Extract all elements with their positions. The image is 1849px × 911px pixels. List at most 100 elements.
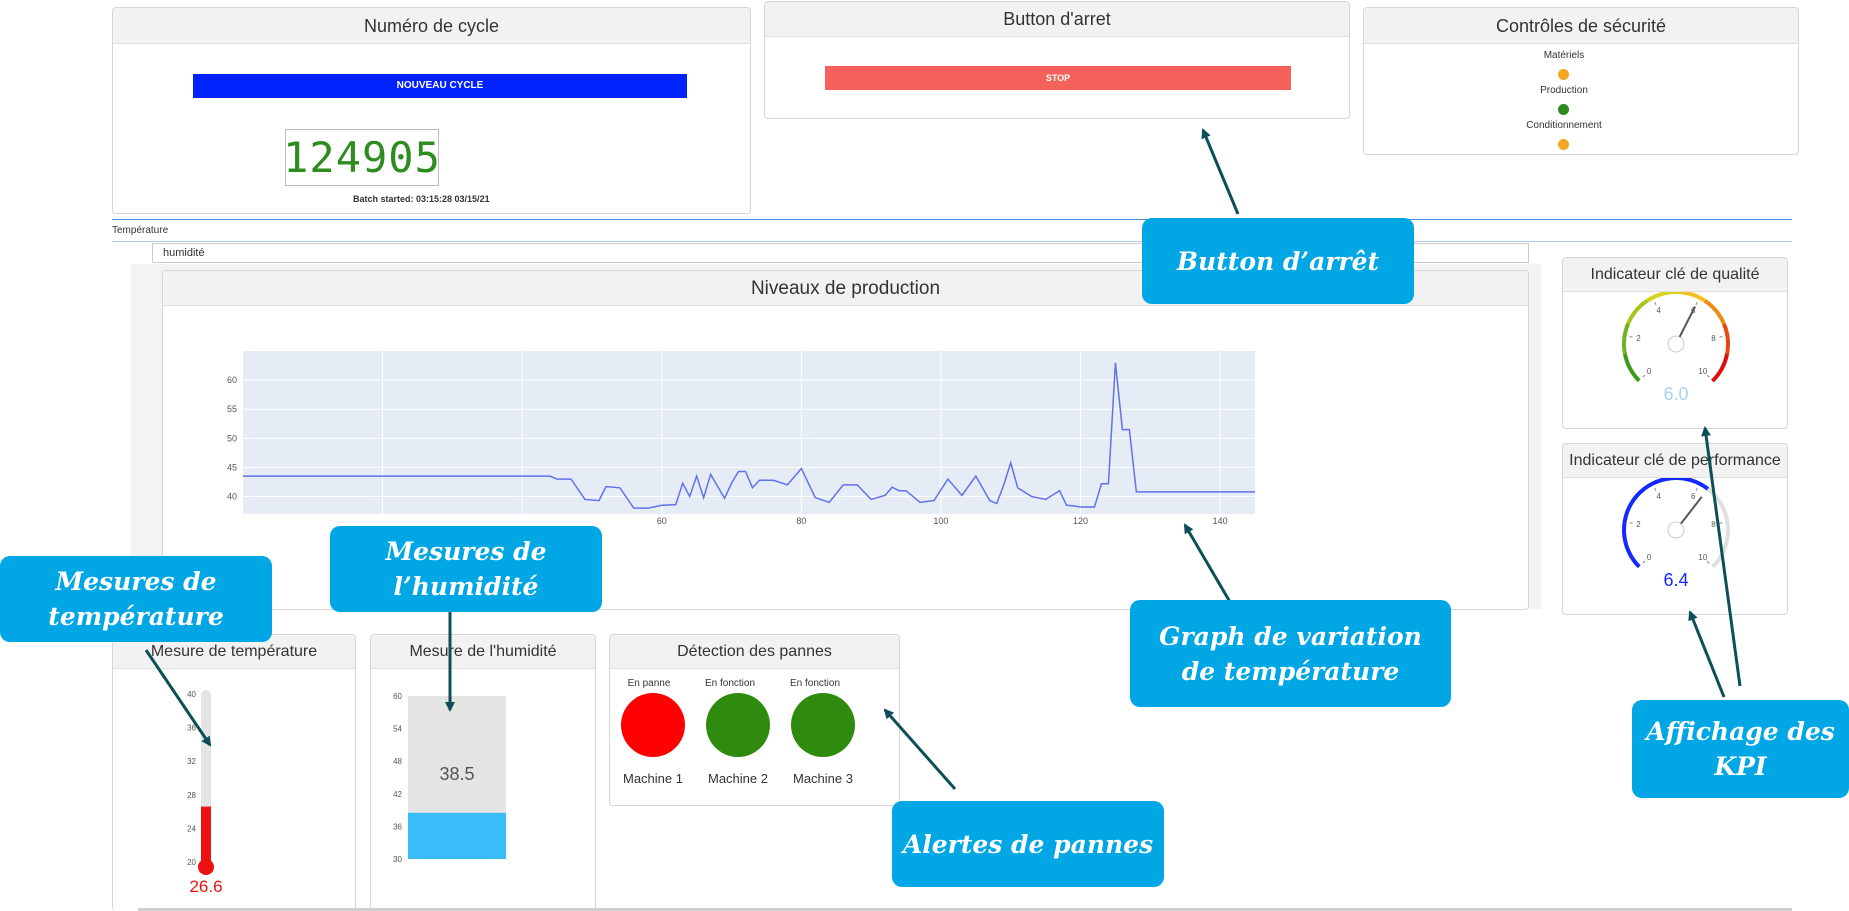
thermometer-tick-label: 36 (187, 724, 196, 733)
humidity-panel: Mesure de l'humidité 60 54 48 42 36 30 38.5 (370, 634, 596, 911)
new-cycle-button[interactable]: NOUVEAU CYCLE (193, 74, 687, 98)
y-tick-label: 55 (227, 404, 237, 414)
machine-1-status: En panne (627, 678, 671, 689)
batch-started-text: Batch started: 03:15:28 03/15/21 (353, 194, 490, 204)
performance-gauge-tick-label: 0 (1647, 553, 1652, 562)
arrow-stop (1201, 128, 1240, 215)
thermometer-tick-label: 40 (187, 690, 196, 699)
status-dot-conditionnement (1558, 139, 1569, 150)
tab-temperature[interactable]: Température (112, 225, 168, 236)
humidity-tick-label: 60 (393, 692, 402, 701)
performance-gauge-tick (1706, 560, 1710, 564)
humidity-gauge: 60 54 48 42 36 30 38.5 (393, 692, 506, 864)
performance-gauge-tick (1695, 487, 1698, 492)
humidity-panel-title: Mesure de l'humidité (371, 635, 595, 669)
tab-humidity-label: humidité (163, 247, 205, 259)
divider-line (112, 241, 1792, 242)
quality-gauge-tick (1695, 301, 1698, 306)
performance-gauge-tick-label: 6 (1691, 492, 1696, 501)
callout-kpi: Affichage des KPI (1632, 700, 1849, 798)
y-tick-label: 40 (227, 492, 237, 502)
cycle-counter-value: 124905 (283, 133, 441, 182)
performance-kpi-title: Indicateur clé de performance (1563, 444, 1787, 478)
safety-label-conditionnement: Conditionnement (1526, 120, 1602, 131)
callout-graph: Graph de variation de température (1130, 600, 1451, 707)
machine-3-indicator (791, 693, 855, 757)
performance-gauge-tick-label: 2 (1636, 520, 1641, 529)
performance-gauge-value: 6.4 (1663, 570, 1688, 590)
performance-gauge-needle-hub (1667, 521, 1685, 539)
machine-2-indicator (706, 693, 770, 757)
humidity-tick-label: 42 (393, 790, 402, 799)
faults-panel-title: Détection des pannes (610, 635, 899, 669)
quality-gauge-tick-label: 8 (1711, 334, 1716, 343)
quality-gauge-tick-label: 0 (1647, 367, 1652, 376)
plot-background (243, 351, 1255, 514)
machine-2-name: Machine 2 (708, 771, 768, 786)
quality-gauge-arc-segment (1622, 322, 1630, 355)
quality-gauge-arc-segment (1645, 292, 1677, 303)
quality-gauge-arc-segment (1722, 323, 1730, 355)
quality-gauge-tick-label: 2 (1636, 334, 1641, 343)
quality-gauge-tick (1706, 374, 1710, 378)
callout-stop-button: Button d’arrêt (1142, 218, 1414, 304)
temperature-panel: Mesure de température 40 36 32 28 24 20 26.6 (112, 634, 356, 911)
thermometer-tick-label: 24 (187, 824, 196, 833)
arrow-kpi-performance (1688, 610, 1726, 698)
machine-1-name: Machine 1 (623, 771, 683, 786)
quality-gauge-tick-label: 4 (1657, 306, 1662, 315)
quality-gauge-arc-segment (1626, 298, 1649, 325)
callout-temperature: Mesures de température (0, 556, 272, 642)
machine-3-name: Machine 3 (793, 771, 853, 786)
performance-gauge-tick (1642, 560, 1646, 564)
performance-gauge: 0 2 4 6 8 10 6.4 (1622, 478, 1730, 590)
y-tick-label: 45 (227, 462, 237, 472)
stop-panel: Button d'arret STOP (764, 1, 1350, 119)
humidity-tick-label: 54 (393, 725, 402, 734)
quality-gauge-needle (1678, 306, 1696, 338)
machine-2-status: En fonction (704, 678, 756, 689)
performance-gauge-tick-label: 4 (1657, 492, 1662, 501)
performance-gauge-tick (1654, 487, 1657, 492)
performance-gauge-tick-label: 8 (1711, 520, 1716, 529)
machine-1-indicator (621, 693, 685, 757)
cycle-panel-title: Numéro de cycle (113, 8, 750, 44)
quality-gauge-value: 6.0 (1663, 384, 1688, 404)
stop-button[interactable]: STOP (825, 66, 1291, 90)
quality-gauge-arc-segment (1675, 292, 1707, 303)
stop-panel-title: Button d'arret (765, 2, 1349, 37)
quality-gauge-needle-hub (1667, 335, 1685, 353)
humidity-fill (408, 812, 506, 859)
callout-faults: Alertes de pannes (892, 801, 1164, 887)
temperature-value: 26.6 (189, 877, 222, 896)
quality-gauge-arc-segment (1703, 299, 1727, 326)
thermometer-tick-label: 20 (187, 858, 196, 867)
quality-kpi-panel: Indicateur clé de qualité 02468106.0 (1562, 257, 1788, 429)
quality-kpi-title: Indicateur clé de qualité (1563, 258, 1787, 292)
faults-panel: Détection des pannes En panne Machine 1 … (609, 634, 900, 806)
performance-gauge-tick-label: 10 (1698, 553, 1707, 562)
humidity-tick-label: 30 (393, 855, 402, 864)
quality-gauge: 02468106.0 (1622, 292, 1730, 404)
humidity-tick-label: 36 (393, 822, 402, 831)
quality-gauge-tick (1654, 301, 1657, 306)
x-tick-label: 100 (933, 516, 948, 526)
cycle-counter: 124905 (283, 129, 441, 186)
status-dot-production (1558, 104, 1569, 115)
y-tick-label: 50 (227, 433, 237, 443)
quality-gauge-tick (1642, 374, 1646, 378)
safety-label-production: Production (1540, 85, 1588, 96)
quality-gauge-tick-label: 10 (1698, 367, 1707, 376)
x-tick-label: 60 (657, 516, 667, 526)
machine-3-status: En fonction (789, 678, 841, 689)
humidity-value: 38.5 (439, 764, 474, 784)
thermometer-tick-label: 32 (187, 757, 196, 766)
humidity-tick-label: 48 (393, 757, 402, 766)
y-tick-label: 60 (227, 375, 237, 385)
status-dot-materiels (1558, 69, 1569, 80)
safety-label-materiels: Matériels (1543, 50, 1585, 61)
x-tick-label: 80 (796, 516, 806, 526)
cycle-panel: Numéro de cycle NOUVEAU CYCLE 124905 Bat… (112, 7, 751, 214)
thermometer-tick-label: 28 (187, 791, 196, 800)
performance-kpi-panel: Indicateur clé de performance 0 2 4 6 8 10 6.4 (1562, 443, 1788, 615)
